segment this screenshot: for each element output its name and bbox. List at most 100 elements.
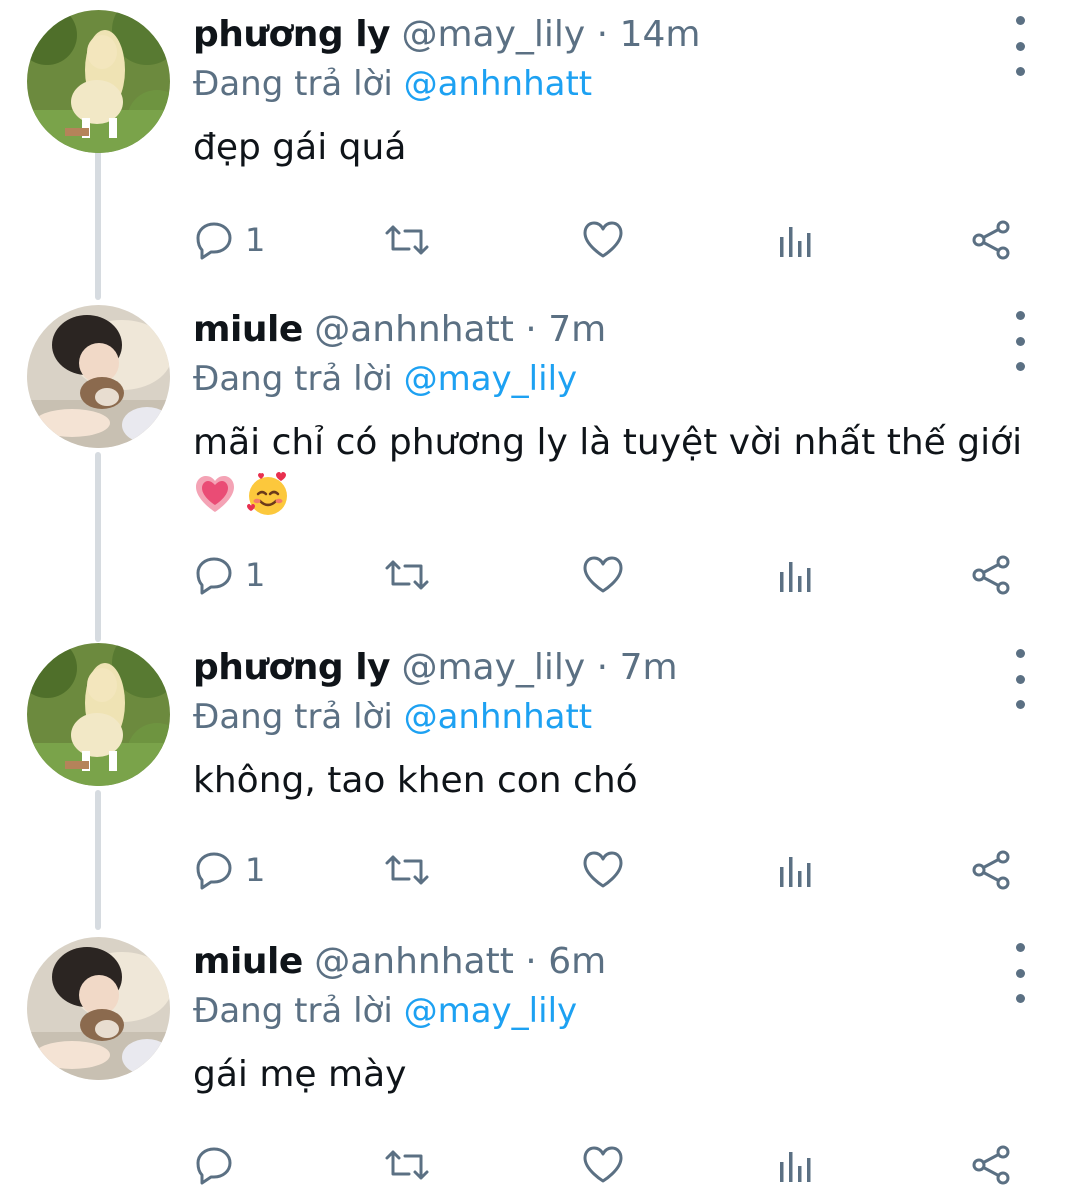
separator-dot: · [596,14,609,55]
replying-label: Đang trả lời [193,64,393,104]
separator-dot: · [596,647,609,688]
analytics-button[interactable] [775,1140,815,1190]
share-icon [972,1145,1010,1185]
emoji-row [193,471,1060,517]
tweet-header: miule @anhnhatt · 7m [193,305,1060,355]
tweet-header: miule @anhnhatt · 6m [193,937,1060,987]
avatar[interactable] [27,937,170,1080]
user-handle[interactable]: @anhnhatt [314,309,514,350]
like-icon [583,1146,623,1183]
retweet-icon [385,560,429,590]
share-button[interactable] [969,550,1013,600]
thread-connector [95,790,101,930]
like-button[interactable] [581,215,625,265]
retweet-icon [385,855,429,885]
analytics-button[interactable] [775,215,815,265]
thread-connector [95,150,101,300]
like-button[interactable] [581,550,625,600]
replying-to: Đang trả lời @anhnhatt [193,60,1060,108]
more-options-icon[interactable] [1000,16,1040,76]
share-icon [972,555,1010,595]
avatar[interactable] [27,10,170,153]
retweet-icon [385,225,429,255]
display-name[interactable]: miule [193,941,303,982]
mention-link[interactable]: @anhnhatt [404,697,593,737]
timestamp[interactable]: 7m [548,309,606,350]
like-icon [583,556,623,593]
avatar-girl-with-puppy [27,937,170,1080]
thread-connector [95,452,101,642]
avatar-girl-garden [27,10,170,153]
separator-dot: · [525,309,537,350]
replying-label: Đang trả lời [193,359,393,399]
smiling-face-with-hearts-emoji [247,472,287,515]
display-name[interactable]: miule [193,309,303,350]
tweet-content: miule @anhnhatt · 6m Đang trả lời @may_l… [193,937,1060,1099]
retweet-button[interactable] [383,845,431,895]
mention-link[interactable]: @may_lily [404,991,578,1031]
reply-icon [196,222,232,260]
more-options-icon[interactable] [1000,943,1040,1003]
more-options-icon[interactable] [1000,311,1040,371]
share-button[interactable] [969,215,1013,265]
user-handle[interactable]: @may_lily [401,647,585,688]
conversation-thread: phương ly @may_lily · 14m Đang trả lời @… [0,0,1080,1203]
user-handle[interactable]: @anhnhatt [314,941,514,982]
display-name[interactable]: phương ly [193,647,391,688]
replying-to: Đang trả lời @may_lily [193,987,1060,1035]
tweet-text: đẹp gái quá [193,127,407,168]
tweet-actions: 1 [193,845,1023,895]
mention-link[interactable]: @anhnhatt [404,64,593,104]
replying-to: Đang trả lời @may_lily [193,355,1060,403]
more-options-icon[interactable] [1000,649,1040,709]
retweet-button[interactable] [383,1140,431,1190]
like-icon [583,221,623,258]
tweet-content: miule @anhnhatt · 7m Đang trả lời @may_l… [193,305,1060,517]
avatar-girl-with-puppy [27,305,170,448]
reply-count: 1 [245,221,266,259]
timestamp[interactable]: 6m [548,941,606,982]
retweet-button[interactable] [383,550,431,600]
reply-icon [196,1147,232,1185]
reply-button[interactable]: 1 [193,550,265,600]
reply-button[interactable]: 1 [193,845,265,895]
retweet-button[interactable] [383,215,431,265]
share-icon [972,850,1010,890]
mention-link[interactable]: @may_lily [404,359,578,399]
reply-count: 1 [245,556,266,594]
like-button[interactable] [581,1140,625,1190]
tweet-actions: 1 [193,550,1023,600]
reply-icon [196,852,232,890]
timestamp[interactable]: 7m [620,647,678,688]
tweet-actions: 1 [193,215,1023,265]
timestamp[interactable]: 14m [620,14,701,55]
share-button[interactable] [969,1140,1013,1190]
avatar[interactable] [27,305,170,448]
tweet-header: phương ly @may_lily · 14m [193,10,1060,60]
tweet-text: mãi chỉ có phương ly là tuyệt vời nhất t… [193,422,1023,463]
analytics-icon [780,857,811,887]
reply-button[interactable]: 1 [193,215,265,265]
analytics-icon [780,227,811,257]
tweet-content: phương ly @may_lily · 7m Đang trả lời @a… [193,643,1060,805]
user-handle[interactable]: @may_lily [401,14,585,55]
share-icon [972,220,1010,260]
avatar-girl-garden [27,643,170,786]
like-button[interactable] [581,845,625,895]
tweet-header: phương ly @may_lily · 7m [193,643,1060,693]
reply-icon [196,557,232,595]
replying-to: Đang trả lời @anhnhatt [193,693,1060,741]
retweet-icon [385,1150,429,1180]
tweet-text: gái mẹ mày [193,1054,407,1095]
avatar[interactable] [27,643,170,786]
reply-count: 1 [245,851,266,889]
analytics-button[interactable] [775,845,815,895]
analytics-icon [780,1152,811,1182]
tweet-actions [193,1140,1023,1190]
share-button[interactable] [969,845,1013,895]
replying-label: Đang trả lời [193,697,393,737]
analytics-button[interactable] [775,550,815,600]
display-name[interactable]: phương ly [193,14,391,55]
reply-button[interactable] [193,1140,245,1190]
tweet-content: phương ly @may_lily · 14m Đang trả lời @… [193,10,1060,172]
